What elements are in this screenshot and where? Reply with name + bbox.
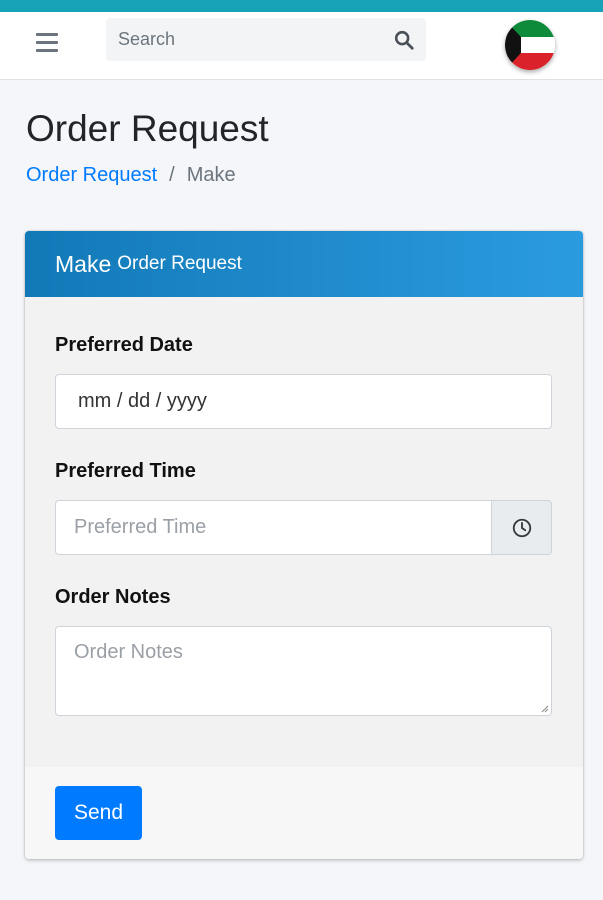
breadcrumb-link-order-request[interactable]: Order Request [26,164,157,187]
order-notes-label: Order Notes [55,586,171,608]
search-input[interactable] [106,18,382,61]
card-header-subtitle: Order Request [117,253,242,274]
card-header-title: Make [55,250,112,277]
preferred-time-field[interactable] [55,500,491,555]
page-title: Order Request [26,108,269,149]
card-header: Make Order Request [25,231,583,297]
preferred-time-label: Preferred Time [55,460,196,482]
top-navbar [0,12,603,80]
hamburger-menu-icon[interactable] [36,29,62,55]
preferred-date-label: Preferred Date [55,334,193,356]
search-bar [106,18,426,61]
card-footer: Send [25,767,583,859]
preferred-date-field[interactable] [55,374,552,429]
breadcrumb-current: Make [186,164,236,186]
order-request-card: Make Order Request Preferred Date Prefer… [25,231,583,859]
breadcrumb: Order Request / Make [26,164,236,187]
clock-icon[interactable] [491,500,552,555]
top-accent-strip [0,0,603,12]
breadcrumb-separator: / [169,164,175,186]
kuwait-flag-icon[interactable] [505,20,555,70]
order-notes-field[interactable] [55,626,552,716]
send-button[interactable]: Send [55,786,142,840]
resize-grip-icon[interactable] [541,705,549,713]
search-icon[interactable] [382,18,426,61]
preferred-time-group [55,500,552,555]
